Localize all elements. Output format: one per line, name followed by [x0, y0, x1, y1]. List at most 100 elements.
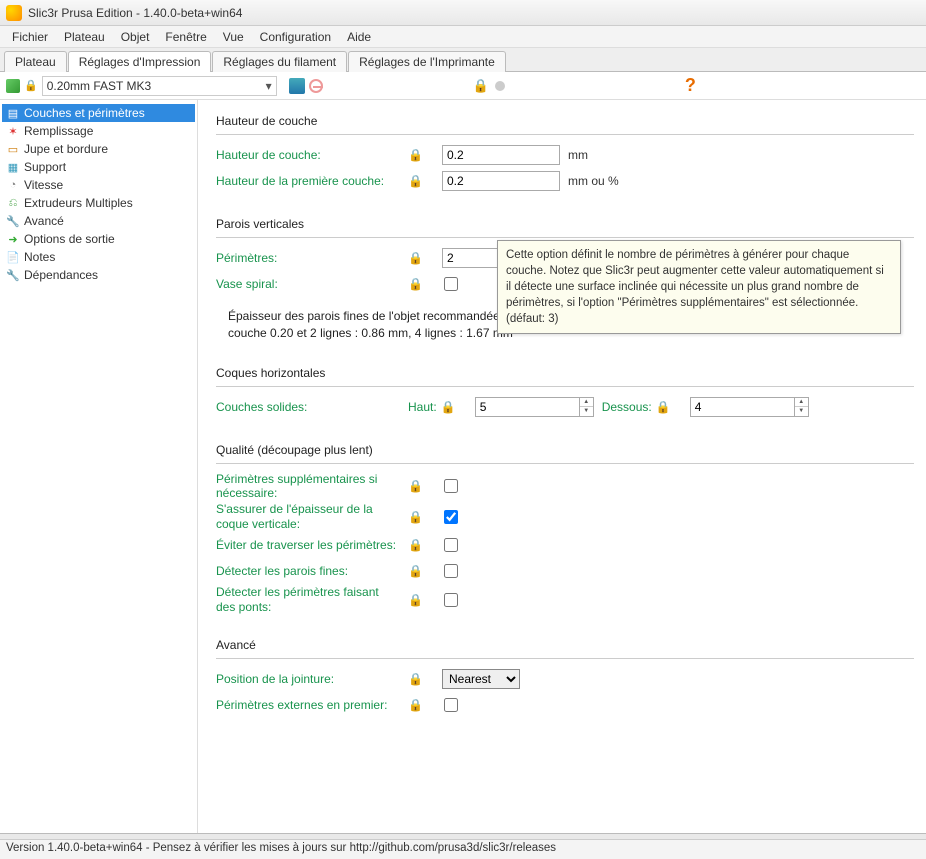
menu-aide[interactable]: Aide: [339, 28, 379, 46]
sidebar-label: Couches et périmètres: [24, 106, 145, 120]
label-seam: Position de la jointure:: [216, 672, 408, 686]
sidebar-item-vitesse[interactable]: ◔Vitesse: [2, 176, 195, 194]
reset-icon: [428, 280, 436, 288]
sidebar: ▤Couches et périmètres ✶Remplissage ▭Jup…: [0, 100, 198, 856]
sidebar-label: Avancé: [24, 214, 64, 228]
app-icon: [6, 5, 22, 21]
sidebar-item-notes[interactable]: 📄 Notes: [2, 248, 195, 266]
label-solid-layers: Couches solides:: [216, 400, 408, 414]
label-avoid: Éviter de traverser les périmètres:: [216, 538, 408, 552]
sidebar-label: Support: [24, 160, 66, 174]
infill-icon: ✶: [6, 124, 20, 138]
section-title: Qualité (découpage plus lent): [216, 443, 914, 457]
menu-fenetre[interactable]: Fenêtre: [157, 28, 214, 46]
lock-icon: 🔒: [408, 698, 422, 712]
checkbox-ensure[interactable]: [444, 510, 458, 524]
sidebar-label: Notes: [24, 250, 55, 264]
label-extra-perim: Périmètres supplémentaires si nécessaire…: [216, 472, 408, 501]
unit-label: mm: [568, 148, 588, 162]
sidebar-item-options[interactable]: ➜ Options de sortie: [2, 230, 195, 248]
label-ensure: S'assurer de l'épaisseur de la coque ver…: [216, 502, 408, 531]
divider: [216, 463, 914, 464]
reset-icon: [428, 151, 436, 159]
menu-plateau[interactable]: Plateau: [56, 28, 113, 46]
lock-icon: 🔒: [408, 538, 422, 552]
sidebar-item-couches[interactable]: ▤Couches et périmètres: [2, 104, 195, 122]
menu-configuration[interactable]: Configuration: [252, 28, 339, 46]
sidebar-item-avance[interactable]: 🔧Avancé: [2, 212, 195, 230]
reset-icon[interactable]: [495, 81, 505, 91]
menu-vue[interactable]: Vue: [215, 28, 252, 46]
reset-icon: [428, 701, 436, 709]
tab-reglages-impression[interactable]: Réglages d'Impression: [68, 51, 212, 72]
statusbar: Version 1.40.0-beta+win64 - Pensez à vér…: [0, 839, 926, 859]
lock-icon: 🔒: [441, 400, 455, 414]
preset-label: 0.20mm FAST MK3: [47, 79, 151, 93]
output-icon: ➜: [6, 232, 20, 246]
reset-icon: [428, 541, 436, 549]
label-perimeters: Périmètres:: [216, 251, 408, 265]
label-thin: Détecter les parois fines:: [216, 564, 408, 578]
lock-icon: 🔒: [408, 672, 422, 686]
section-title: Avancé: [216, 638, 914, 652]
input-top[interactable]: [475, 397, 580, 417]
skirt-icon: ▭: [6, 142, 20, 156]
checkbox-extra-perim[interactable]: [444, 479, 458, 493]
deps-icon: 🔧: [6, 268, 20, 282]
preset-icon: [6, 79, 20, 93]
label-spiral: Vase spiral:: [216, 277, 408, 291]
checkbox-ext-first[interactable]: [444, 698, 458, 712]
reset-icon: [428, 513, 436, 521]
menubar: Fichier Plateau Objet Fenêtre Vue Config…: [0, 26, 926, 48]
sidebar-label: Extrudeurs Multiples: [24, 196, 133, 210]
sidebar-item-support[interactable]: ▦Support: [2, 158, 195, 176]
save-icon[interactable]: [289, 78, 305, 94]
speed-icon: ◔: [6, 178, 20, 192]
sidebar-label: Options de sortie: [24, 232, 115, 246]
checkbox-spiral[interactable]: [444, 277, 458, 291]
toolbar: 🔒 0.20mm FAST MK3 🔒 ?: [0, 72, 926, 100]
note-line: Épaisseur des parois fines de l'objet re…: [228, 309, 523, 323]
input-layer-height[interactable]: [442, 145, 560, 165]
sidebar-item-remplissage[interactable]: ✶Remplissage: [2, 122, 195, 140]
content-panel: Hauteur de couche Hauteur de couche: 🔒 m…: [198, 100, 926, 856]
label-bridge: Détecter les périmètres faisant des pont…: [216, 585, 408, 614]
tabbar: Plateau Réglages d'Impression Réglages d…: [0, 48, 926, 72]
reset-icon: [428, 177, 436, 185]
sidebar-item-jupe[interactable]: ▭Jupe et bordure: [2, 140, 195, 158]
tab-plateau[interactable]: Plateau: [4, 51, 67, 72]
spinner-bottom[interactable]: ▲▼: [795, 397, 809, 417]
tooltip-perimeters: Cette option définit le nombre de périmè…: [497, 240, 901, 334]
lock-icon: 🔒: [408, 174, 422, 188]
unit-label: mm ou %: [568, 174, 619, 188]
input-bottom[interactable]: [690, 397, 795, 417]
lock-icon: 🔒: [408, 148, 422, 162]
reset-icon: [676, 403, 684, 411]
menu-objet[interactable]: Objet: [113, 28, 158, 46]
section-title: Hauteur de couche: [216, 114, 914, 128]
input-first-layer[interactable]: [442, 171, 560, 191]
spinner-top[interactable]: ▲▼: [580, 397, 594, 417]
section-title: Coques horizontales: [216, 366, 914, 380]
tab-reglages-imprimante[interactable]: Réglages de l'Imprimante: [348, 51, 506, 72]
notes-icon: 📄: [6, 250, 20, 264]
label-first-layer: Hauteur de la première couche:: [216, 174, 408, 188]
checkbox-bridge[interactable]: [444, 593, 458, 607]
checkbox-thin[interactable]: [444, 564, 458, 578]
lock-icon: 🔒: [473, 78, 489, 94]
delete-icon[interactable]: [309, 79, 323, 93]
select-seam[interactable]: Nearest: [442, 669, 520, 689]
sidebar-item-deps[interactable]: 🔧Dépendances: [2, 266, 195, 284]
divider: [216, 658, 914, 659]
window-title: Slic3r Prusa Edition - 1.40.0-beta+win64: [28, 6, 242, 20]
lock-icon: 🔒: [408, 564, 422, 578]
checkbox-avoid[interactable]: [444, 538, 458, 552]
divider: [216, 134, 914, 135]
help-icon[interactable]: ?: [685, 75, 696, 96]
preset-selector[interactable]: 0.20mm FAST MK3: [42, 76, 277, 96]
reset-icon: [461, 403, 469, 411]
tab-reglages-filament[interactable]: Réglages du filament: [212, 51, 347, 72]
reset-icon: [428, 482, 436, 490]
menu-fichier[interactable]: Fichier: [4, 28, 56, 46]
sidebar-item-extrudeurs[interactable]: ⎌Extrudeurs Multiples: [2, 194, 195, 212]
